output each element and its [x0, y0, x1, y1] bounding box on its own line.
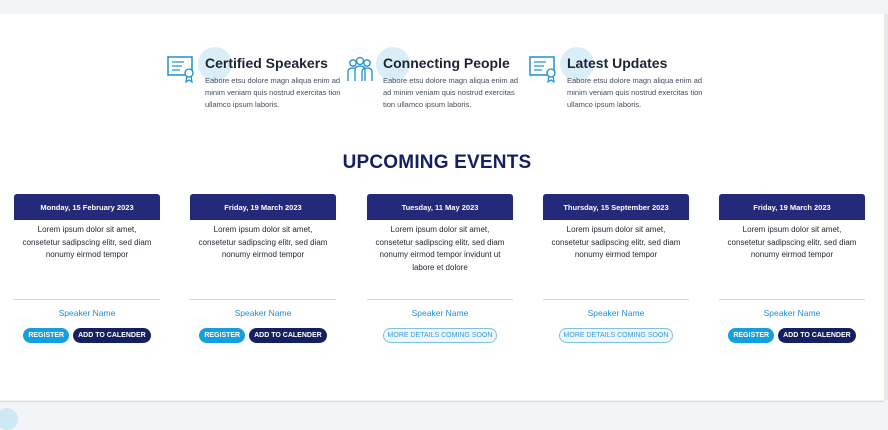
feature-title: Certified Speakers: [205, 55, 328, 71]
section-title: UPCOMING EVENTS: [342, 152, 532, 173]
feature-description: Eabore etsu dolore magn aliqua enim ad m…: [205, 76, 341, 109]
divider: [543, 299, 689, 300]
feature-title: Latest Updates: [567, 55, 668, 71]
event-date: Thursday, 15 September 2023: [543, 194, 689, 220]
speaker-name[interactable]: Speaker Name: [719, 308, 865, 318]
register-button[interactable]: REGISTER: [199, 328, 246, 343]
feature-latest-updates: Latest Updates Eabore etsu dolore magn a…: [528, 46, 713, 126]
event-description: Lorem ipsum dolor sit amet, consetetur s…: [551, 225, 681, 259]
register-button[interactable]: REGISTER: [728, 328, 775, 343]
footer-area: [0, 402, 888, 422]
divider: [190, 299, 336, 300]
feature-certified-speakers: Certified Speakers Eabore etsu dolore ma…: [166, 46, 351, 126]
event-description: Lorem ipsum dolor sit amet, consetetur s…: [375, 225, 505, 272]
decorative-circle: [0, 408, 18, 430]
feature-description: Eabore etsu dolore magn aliqua enim ad a…: [383, 76, 519, 109]
event-card: Tuesday, 11 May 2023 Lorem ipsum dolor s…: [367, 194, 513, 354]
speaker-name[interactable]: Speaker Name: [543, 308, 689, 318]
divider: [719, 299, 865, 300]
add-to-calendar-button[interactable]: ADD TO CALENDER: [778, 328, 856, 343]
event-card: Thursday, 15 September 2023 Lorem ipsum …: [543, 194, 689, 354]
event-card: Friday, 19 March 2023 Lorem ipsum dolor …: [190, 194, 336, 354]
event-date: Tuesday, 11 May 2023: [367, 194, 513, 220]
feature-description: Eabore etsu dolore magn aliqua enim ad m…: [567, 76, 703, 109]
divider: [14, 299, 160, 300]
event-card: Friday, 19 March 2023 Lorem ipsum dolor …: [719, 194, 865, 354]
event-description: Lorem ipsum dolor sit amet, consetetur s…: [22, 225, 152, 259]
scrollbar-track[interactable]: [884, 14, 888, 400]
certificate-icon: [167, 56, 194, 84]
add-to-calendar-button[interactable]: ADD TO CALENDER: [73, 328, 151, 343]
add-to-calendar-button[interactable]: ADD TO CALENDER: [249, 328, 327, 343]
event-date: Friday, 19 March 2023: [190, 194, 336, 220]
more-details-button[interactable]: MORE DETAILS COMING SOON: [558, 328, 674, 343]
register-button[interactable]: REGISTER: [23, 328, 70, 343]
event-date: Friday, 19 March 2023: [719, 194, 865, 220]
people-group-icon: [347, 56, 373, 81]
feature-title: Connecting People: [383, 55, 510, 71]
event-card: Monday, 15 February 2023 Lorem ipsum dol…: [14, 194, 160, 354]
speaker-name[interactable]: Speaker Name: [14, 308, 160, 318]
event-description: Lorem ipsum dolor sit amet, consetetur s…: [727, 225, 857, 259]
divider: [367, 299, 513, 300]
event-date: Monday, 15 February 2023: [14, 194, 160, 220]
speaker-name[interactable]: Speaker Name: [367, 308, 513, 318]
more-details-button[interactable]: MORE DETAILS COMING SOON: [382, 328, 498, 343]
certificate-icon: [529, 56, 556, 84]
feature-connecting-people: Connecting People Eabore etsu dolore mag…: [344, 46, 529, 126]
speaker-name[interactable]: Speaker Name: [190, 308, 336, 318]
event-description: Lorem ipsum dolor sit amet, consetetur s…: [198, 225, 328, 259]
